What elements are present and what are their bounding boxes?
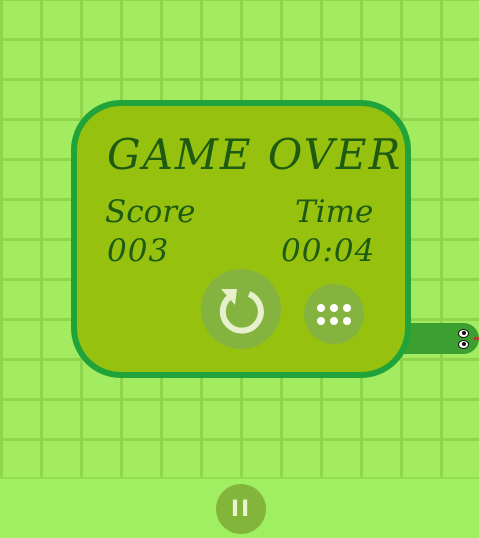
snake-eye-icon: [458, 340, 469, 349]
game-over-title: GAME OVER: [107, 130, 403, 179]
score-value: 003: [107, 233, 170, 269]
pause-button[interactable]: II: [216, 484, 266, 534]
pause-icon: II: [230, 496, 252, 522]
game-over-dialog: GAME OVER Score 003 Time 00:04: [71, 100, 411, 378]
score-label: Score: [105, 194, 196, 230]
menu-button[interactable]: [304, 284, 364, 344]
restart-button[interactable]: [201, 269, 281, 349]
time-value: 00:04: [281, 233, 376, 269]
snake-tongue: [474, 337, 479, 340]
time-label: Time: [295, 194, 374, 230]
snake-eye-icon: [458, 329, 469, 338]
restart-icon: [219, 289, 264, 334]
dots-grid-icon: [317, 303, 325, 312]
